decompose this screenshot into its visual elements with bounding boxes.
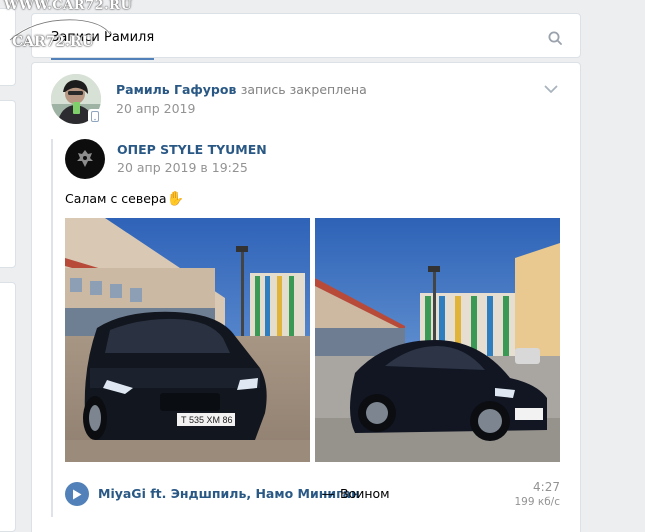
post-date[interactable]: 20 апр 2019 — [116, 101, 195, 116]
repost-line — [51, 139, 53, 517]
audio-artist[interactable]: MiyaGi ft. Эндшпиль, Намо Миниган — [98, 486, 360, 501]
post-action-text: запись закреплена — [240, 82, 367, 97]
play-button[interactable] — [65, 482, 89, 506]
post-author[interactable]: Рамиль Гафуров запись закреплена — [116, 82, 367, 97]
svg-text:Т 535 ХМ 86: Т 535 ХМ 86 — [181, 415, 233, 425]
watermark-logo: CAR72.RU — [12, 34, 94, 50]
car-front-photo[interactable]: Т 535 ХМ 86 — [65, 218, 310, 462]
raised-hand-icon: ✋ — [166, 191, 184, 207]
audio-bitrate: 199 кб/с — [514, 496, 560, 508]
left-panel-card — [0, 100, 16, 268]
post-text: Салам с севера✋ — [65, 191, 184, 207]
audio-title: Воином — [340, 486, 390, 501]
group-avatar[interactable] — [65, 139, 105, 179]
left-panel-card — [0, 282, 16, 532]
author-name-link[interactable]: Рамиль Гафуров — [116, 82, 236, 97]
repost-group-name[interactable]: ОПЕР STYLE TYUMEN — [117, 142, 267, 157]
audio-separator: — — [322, 486, 335, 501]
chevron-down-icon[interactable] — [544, 85, 558, 94]
watermark-text: WWW.CAR72.RU — [4, 0, 133, 13]
audio-track[interactable]: MiyaGi ft. Эндшпиль, Намо Миниган — Воин… — [65, 477, 560, 513]
car-side-photo[interactable] — [315, 218, 560, 462]
post-text-body: Салам с севера — [65, 191, 167, 206]
mobile-icon — [88, 109, 102, 123]
audio-duration: 4:27 — [533, 480, 560, 494]
repost-date[interactable]: 20 апр 2019 в 19:25 — [117, 160, 248, 175]
play-icon — [73, 489, 82, 499]
search-icon[interactable] — [548, 31, 562, 45]
wall-post: Рамиль Гафуров запись закреплена 20 апр … — [31, 62, 581, 532]
